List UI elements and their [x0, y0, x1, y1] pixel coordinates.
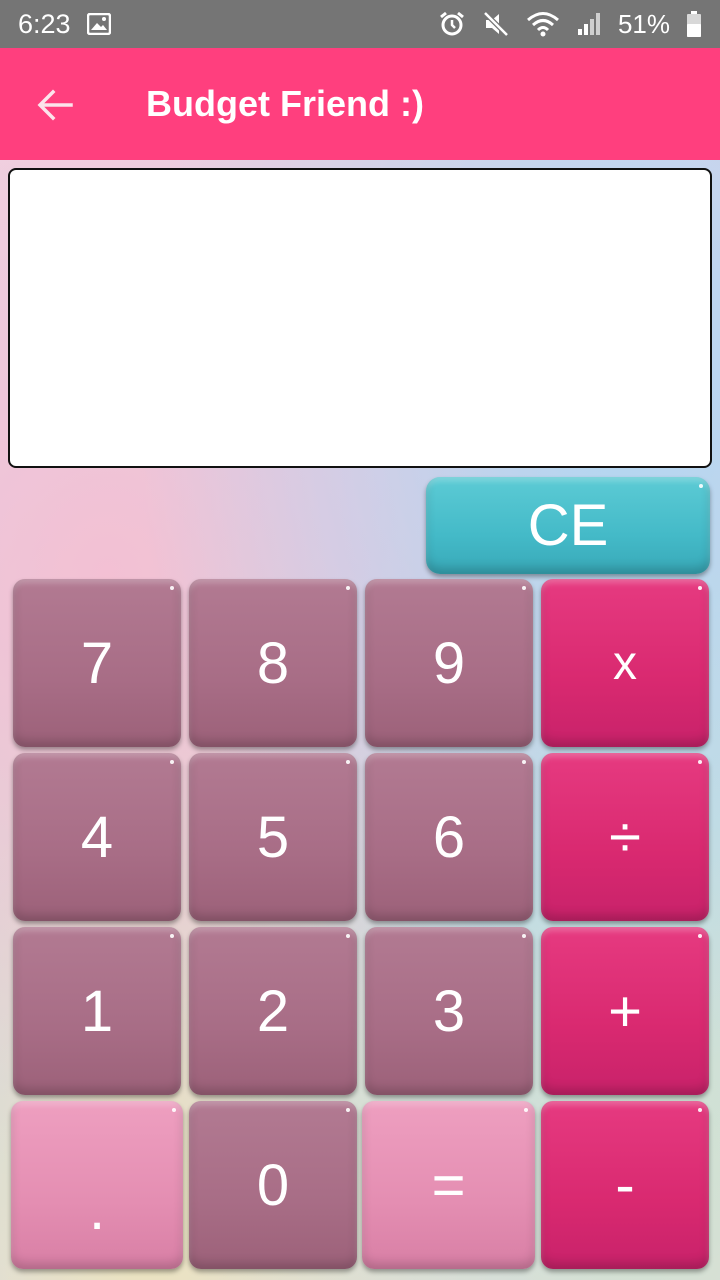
equals-button[interactable]: =: [362, 1101, 535, 1269]
add-button[interactable]: +: [541, 927, 709, 1095]
status-bar: 6:23 51%: [0, 0, 720, 48]
mute-icon: [482, 10, 510, 38]
digit-0-button[interactable]: 0: [189, 1101, 357, 1269]
battery-percent: 51%: [617, 8, 670, 39]
digit-9-button[interactable]: 9: [365, 579, 533, 747]
wifi-icon: [526, 10, 560, 38]
digit-2-button[interactable]: 2: [189, 927, 357, 1095]
signal-icon: [576, 11, 602, 37]
multiply-button[interactable]: x: [541, 579, 709, 747]
back-button[interactable]: [30, 80, 80, 130]
digit-3-button[interactable]: 3: [365, 927, 533, 1095]
status-right: 51%: [438, 9, 702, 40]
alarm-icon: [438, 10, 466, 38]
battery-icon: [686, 10, 702, 38]
subtract-button[interactable]: -: [541, 1101, 709, 1269]
calculator-display[interactable]: [8, 168, 712, 468]
divide-button[interactable]: ÷: [541, 753, 709, 921]
digit-6-button[interactable]: 6: [365, 753, 533, 921]
digit-4-button[interactable]: 4: [13, 753, 181, 921]
digit-1-button[interactable]: 1: [13, 927, 181, 1095]
decimal-button[interactable]: .: [11, 1101, 183, 1269]
digit-7-button[interactable]: 7: [13, 579, 181, 747]
status-left: 6:23: [18, 9, 111, 40]
image-icon: [86, 13, 111, 35]
app-bar: Budget Friend :): [0, 48, 720, 160]
digit-8-button[interactable]: 8: [189, 579, 357, 747]
status-time: 6:23: [18, 8, 71, 39]
digit-5-button[interactable]: 5: [189, 753, 357, 921]
clear-entry-button[interactable]: CE: [426, 477, 710, 574]
app-title: Budget Friend :): [146, 83, 424, 124]
arrow-left-icon: [37, 89, 73, 121]
